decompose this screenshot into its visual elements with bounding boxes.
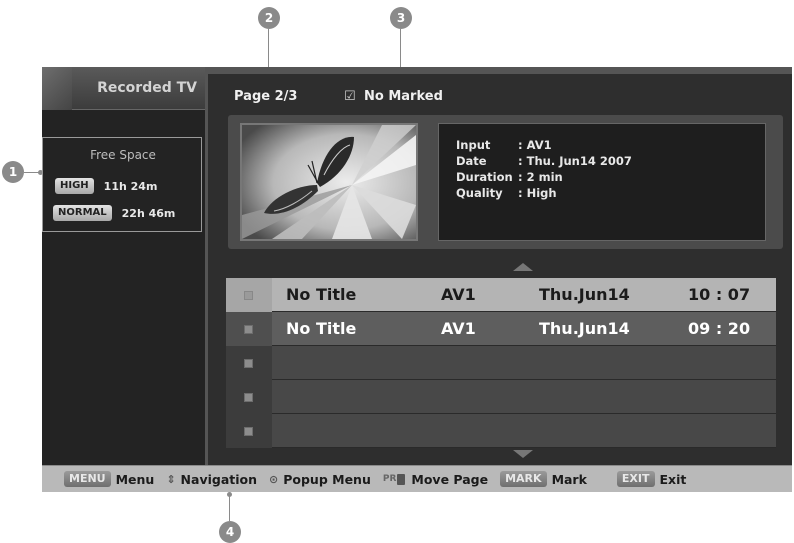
mark-label: Mark (551, 471, 587, 487)
info-panel: Input : AV1 Date : Thu. Jun14 2007 Duratio… (228, 115, 783, 249)
recording-title: No Title (286, 285, 357, 304)
list-item-empty[interactable] (226, 414, 776, 448)
marked-status: No Marked (364, 89, 443, 104)
free-space-row-high: HIGH 11h 24m (55, 178, 157, 194)
menu-key: MENU (64, 471, 111, 487)
recording-date: Thu.Jun14 (539, 319, 630, 338)
sidebar: Recorded TV Free Space HIGH 11h 24m NORM… (42, 67, 205, 465)
mark-checkbox[interactable] (244, 393, 253, 402)
exit-label: Exit (659, 471, 687, 487)
quality-badge-high: HIGH (55, 178, 94, 194)
info-input: Input : AV1 (456, 138, 552, 152)
butterfly-thumbnail-icon (240, 123, 418, 241)
info-quality: Quality : High (456, 186, 557, 200)
list-item-check-cell (226, 414, 272, 448)
top-strip (208, 67, 792, 74)
list-item-empty[interactable] (226, 380, 776, 414)
info-duration: Duration : 2 min (456, 170, 563, 184)
info-input-key: Input (456, 138, 491, 152)
info-duration-value: : 2 min (518, 170, 563, 184)
up-down-arrows-icon: ⇕ (166, 472, 176, 486)
menu-hint[interactable]: MENU Menu (64, 471, 154, 487)
info-date-value: : Thu. Jun14 2007 (518, 154, 632, 168)
mark-checkbox[interactable] (244, 427, 253, 436)
callout-4-line (229, 494, 230, 521)
free-space-time-high: 11h 24m (103, 179, 158, 193)
info-date-key: Date (456, 154, 487, 168)
exit-key: EXIT (616, 471, 655, 487)
list-item-check-cell (226, 312, 272, 346)
move-page-label: Move Page (411, 471, 489, 487)
bottom-help-bar: MENU Menu ⇕ Navigation ⊙ Popup Menu PR M… (42, 465, 792, 492)
info-duration-key: Duration (456, 170, 513, 184)
list-item-empty[interactable] (226, 346, 776, 380)
exit-hint[interactable]: EXIT Exit (616, 471, 687, 487)
recording-time: 10 : 07 (688, 285, 751, 304)
menu-label: Menu (115, 471, 155, 487)
list-item-check-cell (226, 278, 272, 312)
free-space-title: Free Space (90, 148, 156, 162)
move-page-hint[interactable]: PR Move Page (383, 472, 488, 487)
recording-date: Thu.Jun14 (539, 285, 630, 304)
recordings-list: No Title AV1 Thu.Jun14 10 : 07 No Title … (226, 278, 776, 448)
list-item[interactable]: No Title AV1 Thu.Jun14 10 : 07 (226, 278, 776, 312)
callout-3: 3 (390, 7, 412, 29)
pr-key-label: PR (382, 474, 397, 484)
sidebar-title: Recorded TV (42, 67, 205, 110)
mark-key: MARK (500, 471, 547, 487)
page-indicator: Page 2/3 (234, 89, 298, 104)
popup-menu-hint[interactable]: ⊙ Popup Menu (269, 472, 371, 487)
info-quality-value: : High (518, 186, 557, 200)
callout-1: 1 (2, 161, 24, 183)
info-date: Date : Thu. Jun14 2007 (456, 154, 632, 168)
navigation-hint[interactable]: ⇕ Navigation (166, 472, 257, 487)
free-space-time-normal: 22h 46m (121, 206, 176, 220)
pr-key-icon: PR (382, 473, 406, 485)
recording-time: 09 : 20 (688, 319, 751, 338)
list-item[interactable]: No Title AV1 Thu.Jun14 09 : 20 (226, 312, 776, 346)
recorded-tv-screen: Recorded TV Free Space HIGH 11h 24m NORM… (42, 67, 792, 492)
info-input-value: : AV1 (518, 138, 552, 152)
mark-checkbox[interactable] (244, 291, 253, 300)
quality-badge-normal: NORMAL (53, 205, 112, 221)
checkbox-icon: ☑ (344, 89, 356, 104)
callout-2: 2 (258, 7, 280, 29)
recording-details: Input : AV1 Date : Thu. Jun14 2007 Duratio… (438, 123, 766, 241)
callout-4-dot (227, 492, 232, 497)
mark-checkbox[interactable] (244, 359, 253, 368)
mark-hint[interactable]: MARK Mark (500, 471, 587, 487)
recording-input: AV1 (441, 319, 476, 338)
navigation-label: Navigation (180, 471, 258, 487)
info-quality-key: Quality (456, 186, 503, 200)
recording-input: AV1 (441, 285, 476, 304)
ok-button-icon: ⊙ (269, 472, 279, 486)
thumbnail-image (242, 125, 416, 239)
list-item-check-cell (226, 346, 272, 380)
list-item-check-cell (226, 380, 272, 414)
free-space-panel: Free Space HIGH 11h 24m NORMAL 22h 46m (42, 137, 202, 232)
free-space-row-normal: NORMAL 22h 46m (53, 205, 175, 221)
scroll-up-arrow-icon[interactable] (513, 263, 533, 271)
recording-title: No Title (286, 319, 357, 338)
popup-menu-label: Popup Menu (283, 471, 371, 487)
scroll-down-arrow-icon[interactable] (513, 450, 533, 458)
callout-4: 4 (219, 521, 241, 543)
mark-checkbox[interactable] (244, 325, 253, 334)
main-panel: Page 2/3 ☑ No Marked Input: AV1 Date: … (208, 67, 792, 465)
